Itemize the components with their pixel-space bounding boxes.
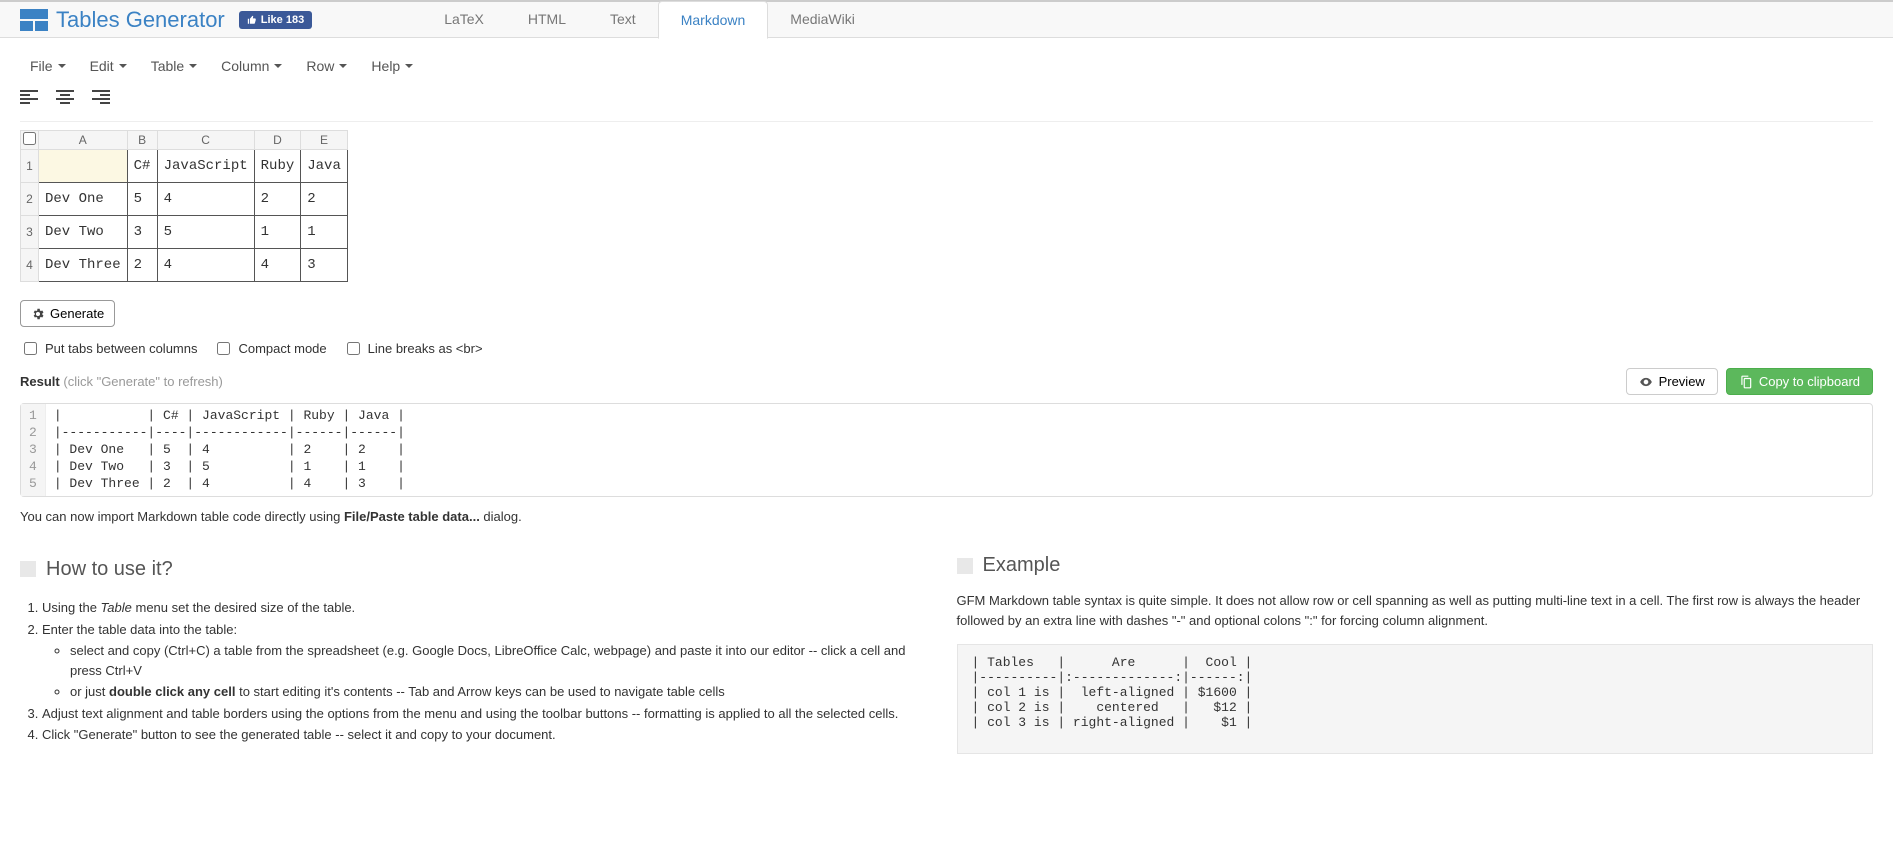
cell[interactable]: 4 <box>157 183 254 216</box>
align-right-icon[interactable] <box>92 90 110 107</box>
generate-label: Generate <box>50 306 104 321</box>
menubar: FileEditTableColumnRowHelp <box>20 38 1873 90</box>
thumbs-up-icon <box>247 15 257 25</box>
cell[interactable]: 1 <box>254 216 301 249</box>
list-item: Adjust text alignment and table borders … <box>42 704 937 724</box>
example-heading: Example <box>957 554 1874 577</box>
options-row: Put tabs between columns Compact mode Li… <box>20 339 1873 358</box>
clipboard-icon <box>1739 375 1753 389</box>
menu-edit[interactable]: Edit <box>80 52 137 80</box>
chevron-down-icon <box>58 64 66 68</box>
list-item: Click "Generate" button to see the gener… <box>42 725 937 745</box>
eye-icon <box>1639 375 1653 389</box>
opt-br[interactable]: Line breaks as <br> <box>343 339 483 358</box>
cell[interactable]: 3 <box>301 249 348 282</box>
cell[interactable]: 2 <box>254 183 301 216</box>
format-tabs: LaTeXHTMLTextMarkdownMediaWiki <box>422 1 877 38</box>
fb-like-label: Like 183 <box>261 14 304 26</box>
cell[interactable]: 4 <box>157 249 254 282</box>
cell[interactable]: Dev Two <box>39 216 128 249</box>
opt-tabs[interactable]: Put tabs between columns <box>20 339 197 358</box>
col-header[interactable]: D <box>254 131 301 150</box>
fb-like-button[interactable]: Like 183 <box>239 11 312 29</box>
list-item: or just double click any cell to start e… <box>70 682 937 702</box>
chevron-down-icon <box>119 64 127 68</box>
tab-markdown[interactable]: Markdown <box>658 1 769 39</box>
menu-row[interactable]: Row <box>296 52 357 80</box>
tab-html[interactable]: HTML <box>506 1 588 38</box>
import-note: You can now import Markdown table code d… <box>20 509 1873 524</box>
cell[interactable]: Ruby <box>254 150 301 183</box>
topbar: Tables Generator Like 183 LaTeXHTMLTextM… <box>0 0 1893 38</box>
howto-heading: How to use it? <box>20 554 937 584</box>
cell[interactable]: 2 <box>301 183 348 216</box>
list-item: select and copy (Ctrl+C) a table from th… <box>70 641 937 680</box>
opt-compact-checkbox[interactable] <box>217 342 230 355</box>
result-label: Result (click "Generate" to refresh) <box>20 374 223 389</box>
col-header[interactable]: C <box>157 131 254 150</box>
col-header[interactable]: A <box>39 131 128 150</box>
menu-help[interactable]: Help <box>361 52 423 80</box>
preview-button[interactable]: Preview <box>1626 368 1718 395</box>
menu-file[interactable]: File <box>20 52 76 80</box>
opt-compact[interactable]: Compact mode <box>213 339 326 358</box>
cell[interactable]: 3 <box>127 216 157 249</box>
cell[interactable]: C# <box>127 150 157 183</box>
align-left-icon[interactable] <box>20 90 38 107</box>
tab-text[interactable]: Text <box>588 1 658 38</box>
align-toolbar <box>20 90 1873 122</box>
logo[interactable]: Tables Generator <box>20 7 225 33</box>
logo-icon <box>20 9 48 31</box>
example-code[interactable]: | Tables | Are | Cool | |----------|:---… <box>957 644 1874 754</box>
tab-latex[interactable]: LaTeX <box>422 1 506 38</box>
cell[interactable]: JavaScript <box>157 150 254 183</box>
example-text: GFM Markdown table syntax is quite simpl… <box>957 591 1874 630</box>
generate-button[interactable]: Generate <box>20 300 115 327</box>
menu-column[interactable]: Column <box>211 52 292 80</box>
logo-text: Tables Generator <box>56 7 225 33</box>
cell[interactable]: 4 <box>254 249 301 282</box>
chevron-down-icon <box>189 64 197 68</box>
cell[interactable]: 5 <box>127 183 157 216</box>
cell[interactable]: 2 <box>127 249 157 282</box>
row-header[interactable]: 3 <box>21 216 39 249</box>
example-section: Example GFM Markdown table syntax is qui… <box>957 554 1874 754</box>
opt-br-checkbox[interactable] <box>347 342 360 355</box>
chevron-down-icon <box>274 64 282 68</box>
cell[interactable]: Dev One <box>39 183 128 216</box>
col-header[interactable]: B <box>127 131 157 150</box>
list-item: Using the Table menu set the desired siz… <box>42 598 937 618</box>
chevron-down-icon <box>405 64 413 68</box>
select-all[interactable] <box>21 131 39 150</box>
result-code[interactable]: 12345 | | C# | JavaScript | Ruby | Java … <box>20 403 1873 497</box>
row-header[interactable]: 4 <box>21 249 39 282</box>
cell[interactable]: Java <box>301 150 348 183</box>
row-header[interactable]: 2 <box>21 183 39 216</box>
copy-button[interactable]: Copy to clipboard <box>1726 368 1873 395</box>
cell[interactable]: Dev Three <box>39 249 128 282</box>
cell[interactable]: 1 <box>301 216 348 249</box>
row-header[interactable]: 1 <box>21 150 39 183</box>
code-gutter: 12345 <box>21 404 46 496</box>
cell[interactable] <box>39 150 128 183</box>
menu-table[interactable]: Table <box>141 52 207 80</box>
code-lines[interactable]: | | C# | JavaScript | Ruby | Java | |---… <box>46 404 413 496</box>
col-header[interactable]: E <box>301 131 348 150</box>
list-item: Enter the table data into the table: sel… <box>42 620 937 702</box>
gear-icon <box>31 307 45 321</box>
cell[interactable]: 5 <box>157 216 254 249</box>
chevron-down-icon <box>339 64 347 68</box>
align-center-icon[interactable] <box>56 90 74 107</box>
opt-tabs-checkbox[interactable] <box>24 342 37 355</box>
table-editor[interactable]: ABCDE1C#JavaScriptRubyJava2Dev One54223D… <box>20 130 1873 282</box>
tab-mediawiki[interactable]: MediaWiki <box>768 1 877 38</box>
howto-section: How to use it? Using the Table menu set … <box>20 554 937 754</box>
